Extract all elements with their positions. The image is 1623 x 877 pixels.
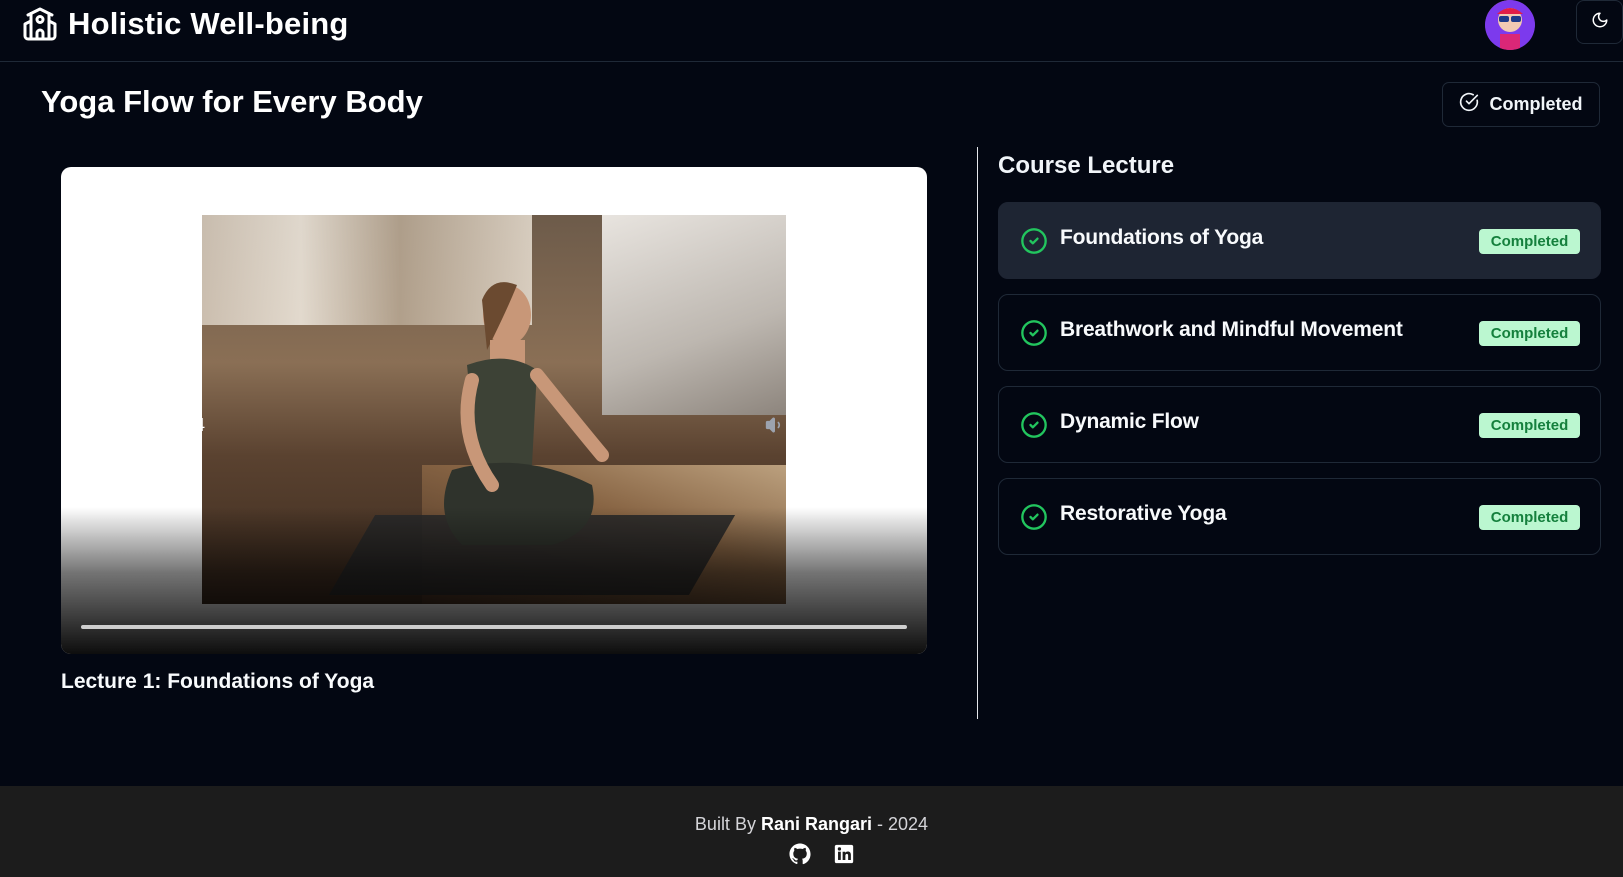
lecture-list: Foundations of Yoga Completed Breathwork… bbox=[998, 202, 1601, 570]
footer-built-by: Built By bbox=[694, 814, 756, 834]
footer-author: Rani Rangari bbox=[760, 814, 872, 834]
status-badge: Completed bbox=[1479, 229, 1580, 254]
status-badge: Completed bbox=[1479, 321, 1580, 346]
fullscreen-icon[interactable] bbox=[828, 415, 848, 435]
current-lecture-caption: Lecture 1: Foundations of Yoga bbox=[61, 670, 375, 693]
more-options-icon[interactable] bbox=[886, 413, 906, 437]
status-badge: Completed bbox=[1479, 413, 1580, 438]
video-controls-overlay bbox=[61, 507, 927, 654]
footer-credit: Built By Rani Rangari - 2024 bbox=[0, 814, 1623, 835]
column-divider bbox=[977, 147, 978, 719]
footer-year: - 2024 bbox=[877, 814, 929, 834]
circle-check-icon bbox=[1459, 92, 1479, 117]
lecture-item-dynamic-flow[interactable]: Dynamic Flow Completed bbox=[998, 386, 1601, 463]
lecture-item-label: Breathwork and Mindful Movement bbox=[1060, 318, 1403, 341]
lecture-item-label: Dynamic Flow bbox=[1060, 410, 1199, 433]
lecture-item-label: Foundations of Yoga bbox=[1060, 226, 1264, 249]
lecture-item-breathwork[interactable]: Breathwork and Mindful Movement Complete… bbox=[998, 294, 1601, 371]
school-building-icon bbox=[22, 6, 58, 42]
linkedin-icon[interactable] bbox=[833, 843, 855, 865]
lecture-item-restorative-yoga[interactable]: Restorative Yoga Completed bbox=[998, 478, 1601, 555]
theme-toggle-button[interactable] bbox=[1576, 0, 1623, 44]
video-time: 0:00 / 0:04 bbox=[120, 415, 206, 435]
circle-check-icon bbox=[1020, 319, 1048, 347]
play-icon[interactable] bbox=[85, 414, 101, 434]
lecture-item-label: Restorative Yoga bbox=[1060, 502, 1227, 525]
circle-check-icon bbox=[1020, 227, 1048, 255]
footer-social-links bbox=[789, 843, 855, 865]
moon-icon bbox=[1591, 11, 1609, 34]
status-badge: Completed bbox=[1479, 505, 1580, 530]
video-player[interactable]: 0:00 / 0:04 bbox=[61, 167, 927, 654]
video-progress-bar[interactable] bbox=[81, 625, 907, 629]
course-completed-label: Completed bbox=[1489, 94, 1583, 114]
top-navbar: Holistic Well-being bbox=[0, 0, 1623, 62]
circle-check-icon bbox=[1020, 503, 1048, 531]
github-icon[interactable] bbox=[789, 843, 811, 865]
page-footer: Built By Rani Rangari - 2024 bbox=[0, 786, 1623, 877]
course-completed-button[interactable]: Completed bbox=[1442, 82, 1600, 127]
circle-check-icon bbox=[1020, 411, 1048, 439]
page-title: Yoga Flow for Every Body bbox=[41, 84, 423, 119]
brand-link[interactable]: Holistic Well-being bbox=[22, 4, 349, 44]
brand-title: Holistic Well-being bbox=[68, 6, 349, 41]
lecture-item-foundations-of-yoga[interactable]: Foundations of Yoga Completed bbox=[998, 202, 1601, 279]
lecture-list-heading: Course Lecture bbox=[998, 152, 1175, 179]
volume-icon[interactable] bbox=[764, 415, 786, 435]
avatar[interactable] bbox=[1485, 0, 1535, 50]
